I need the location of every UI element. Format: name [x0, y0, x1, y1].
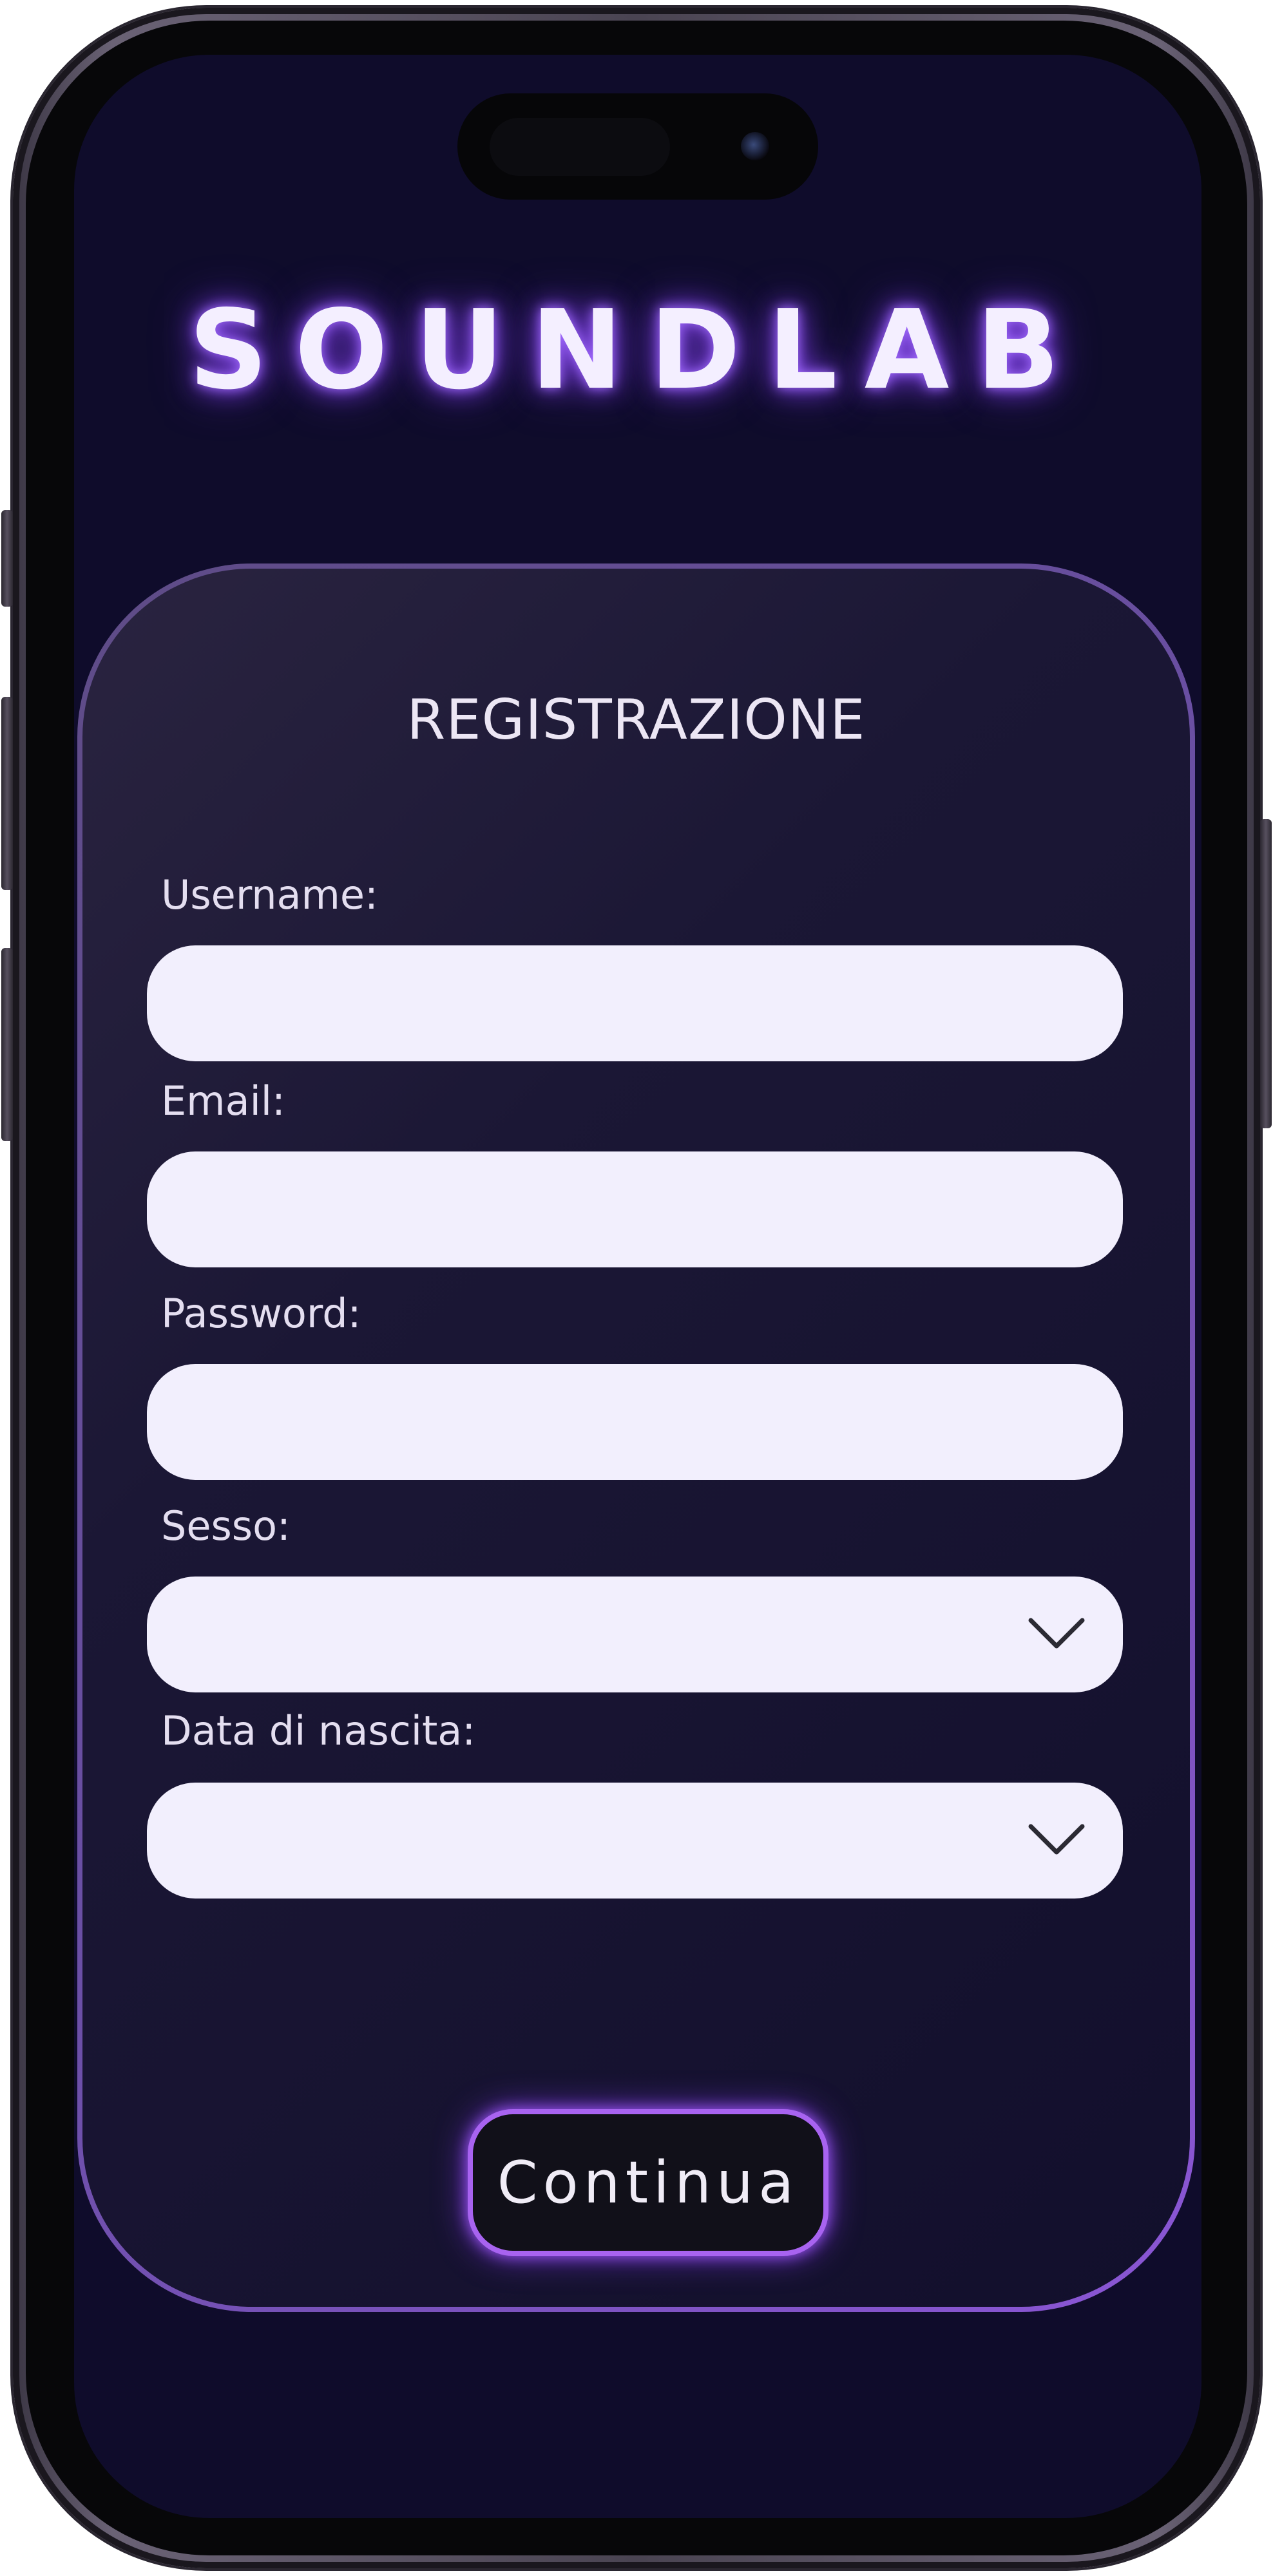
username-label: Username: [161, 871, 378, 918]
email-label: Email: [161, 1077, 285, 1124]
birthdate-select[interactable] [147, 1783, 1123, 1899]
password-label: Password: [161, 1290, 361, 1337]
volume-up-button [1, 697, 13, 890]
gender-select[interactable] [147, 1577, 1123, 1692]
username-input[interactable] [147, 945, 1123, 1061]
gender-label: Sesso: [161, 1502, 291, 1549]
screen: SOUNDLAB REGISTRAZIONE Username: Email: … [74, 55, 1201, 2518]
chevron-down-icon [1028, 1618, 1085, 1649]
volume-down-button [1, 948, 13, 1141]
action-button [1, 510, 13, 607]
face-id-sensor [490, 118, 670, 176]
birthdate-label: Data di nascita: [161, 1707, 476, 1754]
email-input[interactable] [147, 1151, 1123, 1267]
password-input[interactable] [147, 1364, 1123, 1480]
registration-card: REGISTRAZIONE Username: Email: Password:… [77, 564, 1195, 2312]
continue-button[interactable]: Continua [468, 2109, 828, 2256]
form-title: REGISTRAZIONE [407, 688, 866, 752]
chevron-down-icon [1028, 1824, 1085, 1855]
app-logo: SOUNDLAB [189, 287, 1087, 414]
power-button [1260, 819, 1272, 1128]
front-camera-icon [741, 132, 769, 160]
dynamic-island [457, 93, 818, 200]
